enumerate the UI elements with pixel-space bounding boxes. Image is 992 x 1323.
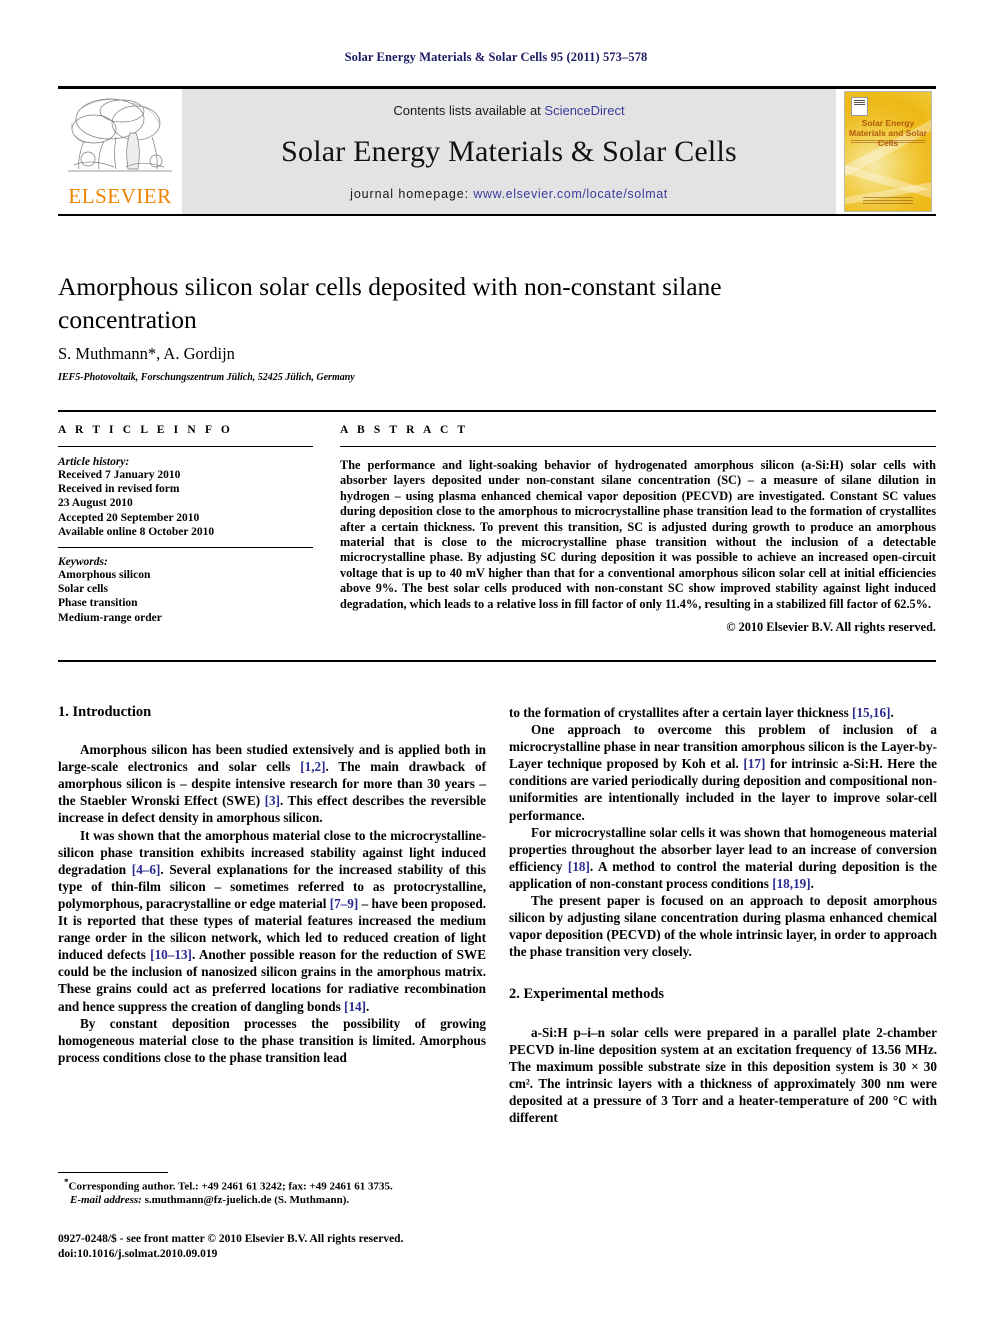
paragraph: For microcrystalline solar cells it was … (509, 824, 937, 891)
corresponding-author-text: Corresponding author. Tel.: +49 2461 61 … (68, 1180, 393, 1193)
email-note: E-mail address: s.muthmann@fz-juelich.de… (58, 1194, 488, 1208)
info-band-top-rule (58, 410, 936, 412)
article-history-line: Received in revised form (58, 483, 180, 496)
article-info-divider (58, 446, 313, 447)
article-info-column: A R T I C L E I N F O Article history: R… (58, 424, 313, 625)
abstract-copyright: © 2010 Elsevier B.V. All rights reserved… (726, 620, 936, 635)
keywords-divider (58, 547, 313, 549)
corresponding-author-note: *Corresponding author. Tel.: +49 2461 61… (58, 1176, 488, 1194)
paragraph: to the formation of crystallites after a… (509, 705, 894, 720)
affiliation: IEF5-Photovoltaik, Forschungszentrum Jül… (58, 372, 355, 383)
masthead-bottom-rule (58, 214, 936, 216)
contents-prefix-text: Contents lists available at (393, 103, 545, 118)
article-history-line: 23 August 2010 (58, 497, 133, 510)
article-page: Solar Energy Materials & Solar Cells 95 … (0, 0, 992, 1323)
info-band-bottom-rule (58, 660, 936, 662)
running-head: Solar Energy Materials & Solar Cells 95 … (344, 50, 648, 64)
abstract-column: A B S T R A C T The performance and ligh… (340, 424, 936, 635)
masthead-center-band: Contents lists available at ScienceDirec… (182, 89, 836, 214)
paragraph: One approach to overcome this problem of… (509, 722, 938, 823)
journal-cover-block: Solar Energy Materials and Solar Cells (836, 89, 936, 214)
article-history-line: Available online 8 October 2010 (58, 525, 215, 538)
body-column-right: to the formation of crystallites after a… (509, 704, 937, 1126)
email-address[interactable]: s.muthmann@fz-juelich.de (S. Muthmann). (145, 1194, 350, 1206)
journal-title: Solar Energy Materials & Solar Cells (281, 135, 737, 168)
paragraph: a-Si:H p–i–n solar cells were prepared i… (509, 1024, 937, 1125)
journal-masthead: ELSEVIER Contents lists available at Sci… (58, 86, 936, 216)
contents-available-line: Contents lists available at ScienceDirec… (182, 103, 836, 118)
journal-homepage-link[interactable]: www.elsevier.com/locate/solmat (473, 187, 667, 201)
cover-subtitle-rules (851, 140, 925, 144)
email-label: E-mail address: (70, 1194, 142, 1207)
imprint-block: 0927-0248/$ - see front matter © 2010 El… (58, 1232, 528, 1261)
keyword-item: Solar cells (58, 583, 108, 596)
footnote-rule (58, 1172, 168, 1173)
article-info-label: A R T I C L E I N F O (58, 424, 233, 436)
page-title: Amorphous silicon solar cells deposited … (58, 272, 722, 334)
author-list: S. Muthmann*, A. Gordijn (58, 344, 235, 363)
keywords-heading: Keywords: (58, 556, 108, 569)
cover-publisher-logo-icon (851, 97, 868, 116)
section-heading-introduction: 1. Introduction (58, 704, 152, 720)
footnote-block: *Corresponding author. Tel.: +49 2461 61… (58, 1176, 488, 1208)
abstract-divider (340, 446, 936, 447)
keyword-item: Phase transition (58, 597, 138, 610)
paragraph: The present paper is focused on an appro… (509, 893, 937, 960)
abstract-label: A B S T R A C T (340, 424, 469, 436)
elsevier-logo-block: ELSEVIER (58, 89, 182, 214)
abstract-text: The performance and light-soaking behavi… (340, 458, 936, 611)
journal-homepage-line: journal homepage: www.elsevier.com/locat… (182, 187, 836, 201)
imprint-line-issn: 0927-0248/$ - see front matter © 2010 El… (58, 1233, 404, 1245)
paragraph: It was shown that the amorphous material… (58, 827, 486, 1014)
article-history-line: Accepted 20 September 2010 (58, 511, 200, 524)
homepage-prefix-text: journal homepage: (350, 187, 474, 201)
keyword-item: Medium-range order (58, 611, 162, 624)
paragraph: Amorphous silicon has been studied exten… (58, 742, 486, 826)
elsevier-tree-icon (64, 93, 176, 179)
elsevier-wordmark: ELSEVIER (68, 184, 172, 208)
keyword-item: Amorphous silicon (58, 569, 151, 582)
imprint-line-doi: doi:10.1016/j.solmat.2010.09.019 (58, 1247, 218, 1260)
article-history-line: Received 7 January 2010 (58, 469, 181, 481)
journal-cover-image: Solar Energy Materials and Solar Cells (844, 91, 932, 212)
body-column-left: 1. Introduction Amorphous silicon has be… (58, 704, 486, 1066)
paragraph: By constant deposition processes the pos… (58, 1015, 486, 1065)
sciencedirect-link[interactable]: ScienceDirect (544, 103, 624, 118)
cover-footer-rules (863, 197, 913, 205)
section-heading-experimental-methods: 2. Experimental methods (509, 986, 665, 1003)
article-history-heading: Article history: (58, 456, 130, 468)
